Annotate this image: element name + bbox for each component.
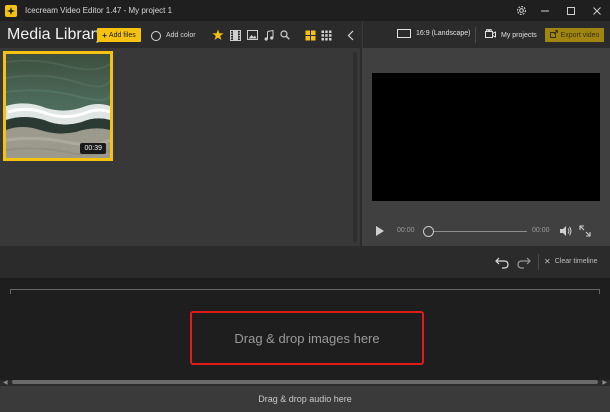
search-icon[interactable]: [278, 28, 292, 42]
my-projects-button[interactable]: My projects: [485, 28, 537, 41]
preview-panel: 00:00 00:00: [362, 48, 610, 246]
ruler-start-tick: [10, 289, 11, 294]
close-icon[interactable]: [584, 0, 610, 21]
film-filter-icon[interactable]: [228, 28, 242, 42]
page-title: Media Library: [7, 26, 104, 43]
timeline-ruler: [10, 289, 600, 290]
plus-icon: +: [102, 30, 107, 40]
audio-drop-zone[interactable]: Drag & drop audio here: [0, 386, 610, 412]
music-filter-icon[interactable]: [262, 28, 276, 42]
timeline-track-area: Drag & drop images here: [0, 278, 610, 380]
palette-icon: [151, 30, 161, 41]
clear-timeline-label: Clear timeline: [554, 258, 598, 265]
audio-drop-label: Drag & drop audio here: [258, 394, 352, 404]
aspect-ratio-icon: [397, 29, 411, 38]
grid-small-view-icon[interactable]: [319, 28, 333, 42]
star-filter-icon[interactable]: [211, 28, 225, 42]
video-canvas: [372, 73, 600, 201]
maximize-icon[interactable]: [558, 0, 584, 21]
scroll-left-icon[interactable]: ◀: [3, 379, 8, 386]
timeline-divider: [538, 254, 539, 270]
media-library-panel: 00:39: [0, 48, 360, 246]
app-logo-icon: [5, 4, 17, 17]
add-color-label: Add color: [166, 32, 196, 39]
export-video-label: Export video: [560, 31, 600, 39]
seek-handle[interactable]: [423, 226, 434, 237]
title-bar: Icecream Video Editor 1.47 - My project …: [0, 0, 610, 21]
export-icon: [549, 30, 558, 40]
media-thumbnail[interactable]: 00:39: [3, 51, 113, 161]
play-icon[interactable]: [375, 224, 385, 236]
gear-icon[interactable]: [510, 0, 532, 21]
duration-badge: 00:39: [80, 143, 106, 154]
current-time: 00:00: [397, 227, 415, 234]
grid-large-view-icon[interactable]: [303, 28, 317, 42]
window-title: Icecream Video Editor 1.47 - My project …: [25, 6, 173, 15]
undo-icon[interactable]: [495, 255, 509, 269]
redo-icon[interactable]: [517, 255, 531, 269]
add-color-button[interactable]: Add color: [151, 29, 196, 42]
export-video-button[interactable]: Export video: [545, 28, 604, 42]
image-filter-icon[interactable]: [245, 28, 259, 42]
scrollbar-thumb[interactable]: [12, 380, 598, 384]
image-drop-zone[interactable]: Drag & drop images here: [190, 311, 424, 365]
timeline-toolbar: ✕ Clear timeline: [0, 246, 610, 278]
scroll-right-icon[interactable]: ▶: [602, 379, 607, 386]
volume-icon[interactable]: [559, 224, 573, 236]
toolbar-divider: [475, 27, 476, 43]
my-projects-label: My projects: [501, 31, 537, 39]
collapse-panel-icon[interactable]: [344, 28, 356, 42]
timeline-scrollbar[interactable]: ◀ ▶: [2, 379, 608, 386]
aspect-ratio-label: 16:9 (Landscape): [416, 30, 471, 37]
minimize-icon[interactable]: [532, 0, 558, 21]
aspect-ratio-button[interactable]: 16:9 (Landscape): [397, 29, 470, 38]
add-files-button[interactable]: + Add files: [97, 28, 141, 42]
close-icon: ✕: [544, 257, 551, 266]
add-files-label: Add files: [108, 31, 136, 39]
ruler-end-tick: [599, 289, 600, 294]
fullscreen-icon[interactable]: [579, 224, 591, 237]
library-scrollbar[interactable]: [353, 52, 357, 242]
preview-toolbar: 16:9 (Landscape) My projects Export vide…: [362, 21, 610, 48]
projects-camera-icon: [485, 28, 496, 41]
seek-track[interactable]: [427, 231, 527, 232]
image-drop-label: Drag & drop images here: [234, 330, 380, 346]
clear-timeline-button[interactable]: ✕ Clear timeline: [544, 257, 598, 266]
total-time: 00:00: [532, 227, 550, 234]
